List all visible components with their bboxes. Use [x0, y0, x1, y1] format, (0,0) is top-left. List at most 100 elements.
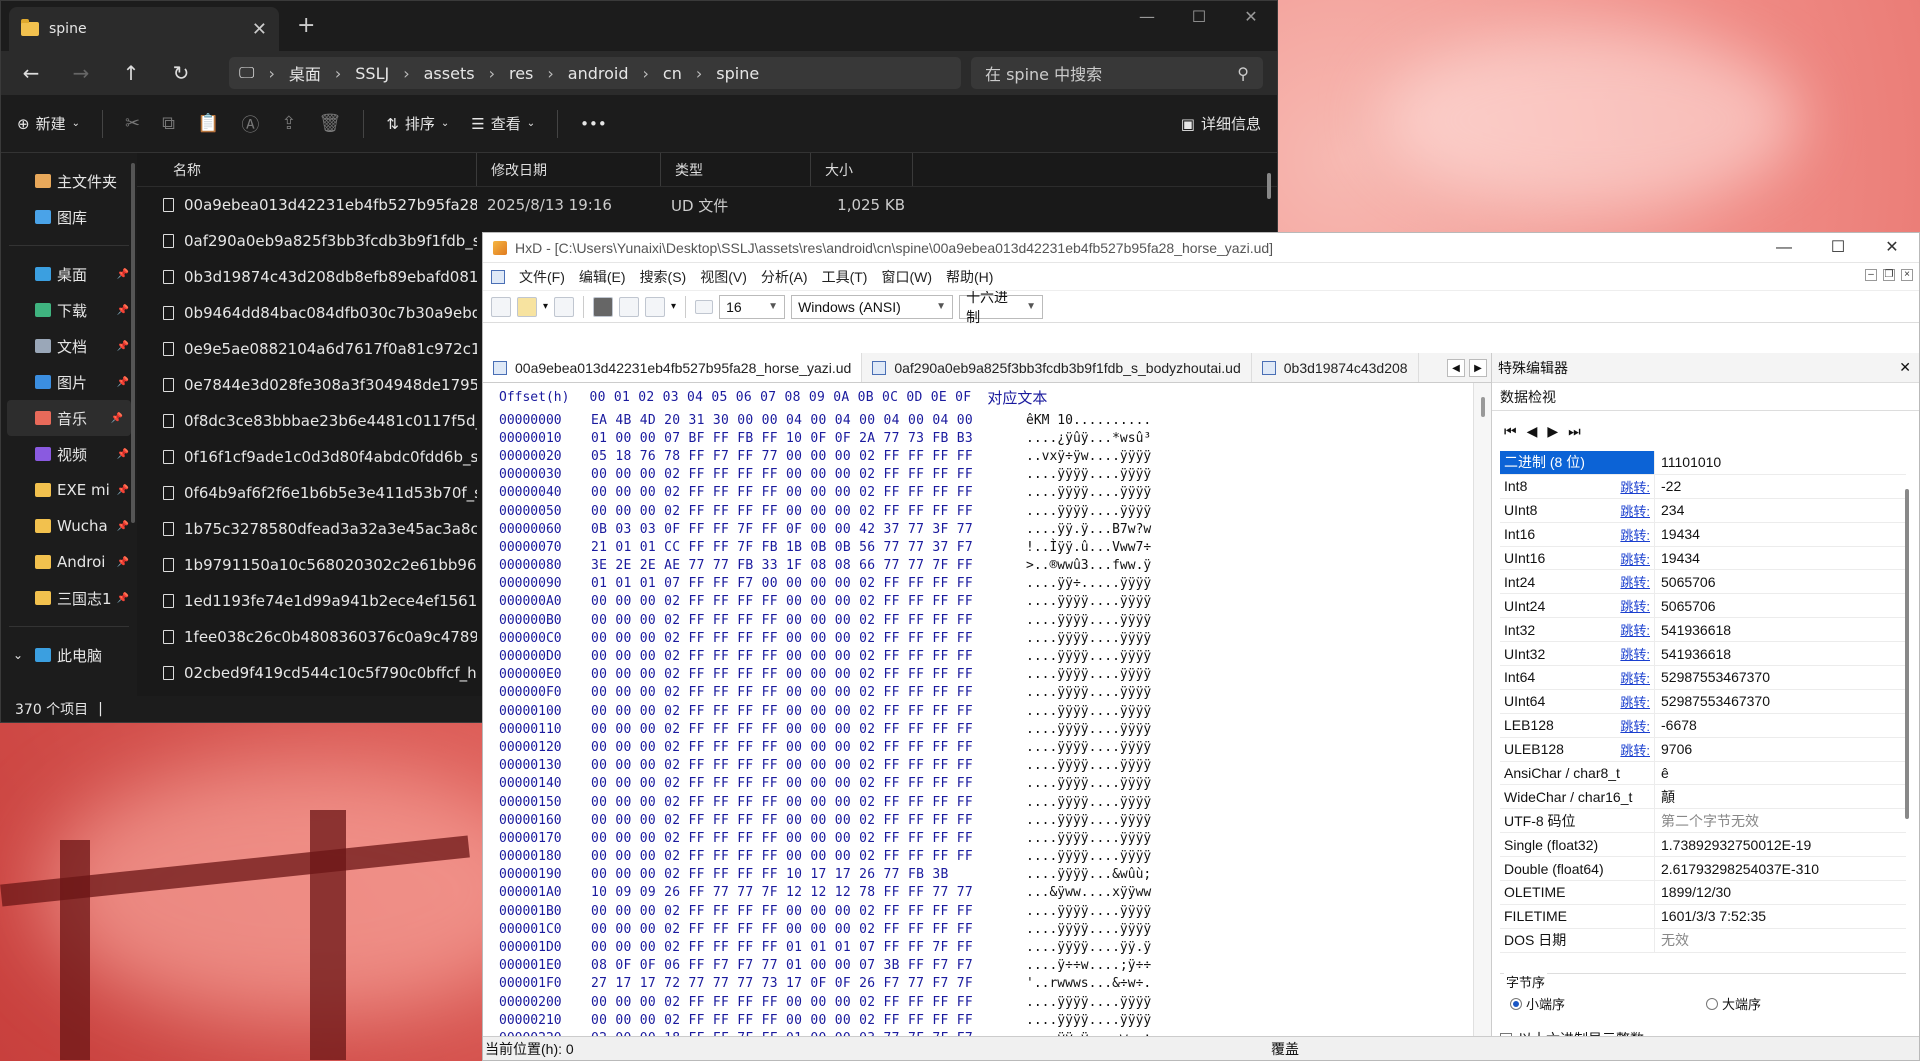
- row-decoded-text[interactable]: ...&ÿww....xÿÿww: [1026, 885, 1151, 900]
- column-name[interactable]: 名称: [137, 153, 477, 186]
- back-icon[interactable]: ←: [9, 61, 53, 85]
- hex-row[interactable]: 00000070 21 01 01 CC FF FF 7F FB 1B 0B 0B…: [483, 538, 1473, 556]
- row-hex-bytes[interactable]: 00 00 00 02 FF FF FF FF 00 00 00 02 FF F…: [591, 649, 1026, 664]
- row-decoded-text[interactable]: ....ÿÿÿÿ....ÿÿÿÿ: [1026, 649, 1151, 664]
- inspector-value[interactable]: -6678: [1654, 713, 1906, 737]
- inspector-value[interactable]: 5065706: [1654, 594, 1906, 618]
- inspector-value[interactable]: 52987553467370: [1654, 666, 1906, 689]
- inspector-value[interactable]: 52987553467370: [1654, 689, 1906, 713]
- row-decoded-text[interactable]: ....ÿÿ÷.....ÿÿÿÿ: [1026, 576, 1151, 591]
- row-hex-bytes[interactable]: 00 00 00 02 FF FF FF FF 00 00 00 02 FF F…: [591, 740, 1026, 755]
- open-disk-icon[interactable]: [619, 296, 640, 317]
- inspector-row[interactable]: FILETIME 1601/3/3 7:52:35: [1500, 904, 1906, 929]
- menu-item[interactable]: 分析(A): [761, 267, 808, 287]
- row-hex-bytes[interactable]: 00 00 00 02 FF FF FF FF 00 00 00 02 FF F…: [591, 849, 1026, 864]
- hex-row[interactable]: 00000050 00 00 00 02 FF FF FF FF 00 00 00…: [483, 502, 1473, 520]
- sidebar-item[interactable]: 文档 📌: [1, 328, 137, 364]
- first-icon[interactable]: ⏮: [1504, 423, 1517, 440]
- file-tab[interactable]: 00a9ebea013d42231eb4fb527b95fa28_horse_y…: [483, 353, 863, 382]
- sidebar-item[interactable]: Androi 📌: [1, 544, 137, 580]
- hex-row[interactable]: 000001D0 00 00 00 02 FF FF FF FF 01 01 01…: [483, 938, 1473, 956]
- row-decoded-text[interactable]: ....ÿÿÿÿ...&wûù;: [1026, 867, 1151, 882]
- menu-item[interactable]: 搜索(S): [640, 267, 687, 287]
- hex-row[interactable]: 00000100 00 00 00 02 FF FF FF FF 00 00 00…: [483, 702, 1473, 720]
- maximize-icon[interactable]: ☐: [1173, 7, 1225, 26]
- minimize-icon[interactable]: —: [1121, 7, 1173, 26]
- bytes-per-row-select[interactable]: 16 ▼: [719, 294, 786, 319]
- copy-icon[interactable]: ⧉: [162, 113, 175, 134]
- inspector-row[interactable]: OLETIME 1899/12/30: [1500, 881, 1906, 905]
- row-hex-bytes[interactable]: 01 01 01 07 FF FF F7 00 00 00 00 02 FF F…: [591, 576, 1026, 591]
- hex-row[interactable]: 00000210 00 00 00 02 FF FF FF FF 00 00 00…: [483, 1011, 1473, 1029]
- menu-item[interactable]: 视图(V): [700, 267, 747, 287]
- breadcrumb-item[interactable]: 桌面: [289, 61, 321, 85]
- row-decoded-text[interactable]: ....ÿÿÿÿ....ÿÿÿÿ: [1026, 831, 1151, 846]
- mdi-minimize-icon[interactable]: –: [1865, 269, 1877, 281]
- hex-row[interactable]: 00000180 00 00 00 02 FF FF FF FF 00 00 00…: [483, 848, 1473, 866]
- view-button[interactable]: ☰ 查看 ⌄: [471, 113, 535, 134]
- row-decoded-text[interactable]: ....ÿÿÿÿ....ÿÿÿÿ: [1026, 467, 1151, 482]
- cut-icon[interactable]: ✂: [125, 113, 140, 134]
- scrollbar[interactable]: [131, 163, 135, 523]
- row-decoded-text[interactable]: ....ÿÿÿÿ....ÿÿÿÿ: [1026, 904, 1151, 919]
- mdi-close-icon[interactable]: ×: [1901, 269, 1913, 281]
- row-hex-bytes[interactable]: 00 00 00 02 FF FF FF FF 01 01 01 07 FF F…: [591, 940, 1026, 955]
- delete-icon[interactable]: 🗑: [318, 113, 341, 134]
- hex-row[interactable]: 00000010 01 00 00 07 BF FF FB FF 10 0F 0F…: [483, 429, 1473, 447]
- open-ram-icon[interactable]: [645, 296, 666, 317]
- hex-row[interactable]: 000000A0 00 00 00 02 FF FF FF FF 00 00 00…: [483, 593, 1473, 611]
- hex-row[interactable]: 0000022002 00 00 18 FF FF 7F FF 01 00 00…: [483, 1029, 1473, 1036]
- breadcrumb-item[interactable]: res: [509, 64, 533, 83]
- hex-row[interactable]: 000000F0 00 00 00 02 FF FF FF FF 00 00 00…: [483, 684, 1473, 702]
- chevron-down-icon[interactable]: ▾: [671, 301, 676, 312]
- inspector-row[interactable]: UInt64 跳转: 52987553467370: [1500, 689, 1906, 714]
- row-decoded-text[interactable]: ....ÿÿÿÿ....ÿÿÿÿ: [1026, 704, 1151, 719]
- hex-view[interactable]: Offset(h) 00 01 02 03 04 05 06 07 08 09 …: [483, 383, 1473, 1037]
- hex-row[interactable]: 00000140 00 00 00 02 FF FF FF FF 00 00 00…: [483, 775, 1473, 793]
- row-hex-bytes[interactable]: 0B 03 03 0F FF FF 7F FF 0F 00 00 42 37 7…: [591, 522, 1026, 537]
- jump-link[interactable]: 跳转:: [1620, 716, 1650, 735]
- inspector-value[interactable]: -22: [1654, 474, 1906, 498]
- sidebar-item[interactable]: Wucha 📌: [1, 508, 137, 544]
- inspector-row[interactable]: WideChar / char16_t 䯪: [1500, 785, 1906, 810]
- row-decoded-text[interactable]: ....ÿÿÿÿ....ÿÿÿÿ: [1026, 849, 1151, 864]
- inspector-row[interactable]: Single (float32) 1.73892932750012E-19: [1500, 833, 1906, 858]
- inspector-value[interactable]: 11101010: [1654, 451, 1906, 474]
- row-hex-bytes[interactable]: 00 00 00 02 FF FF FF FF 00 00 00 02 FF F…: [591, 1013, 1026, 1028]
- row-hex-bytes[interactable]: 00 00 00 02 FF FF FF FF 00 00 00 02 FF F…: [591, 613, 1026, 628]
- breadcrumb-item[interactable]: SSLJ: [355, 64, 389, 83]
- hex-row[interactable]: 00000040 00 00 00 02 FF FF FF FF 00 00 00…: [483, 484, 1473, 502]
- close-icon[interactable]: ✕: [1865, 233, 1919, 263]
- edit-mode[interactable]: 覆盖: [1271, 1039, 1299, 1059]
- menu-item[interactable]: 窗口(W): [881, 267, 932, 287]
- row-decoded-text[interactable]: >..®wwû3...fww.ÿ: [1026, 558, 1151, 573]
- inspector-row[interactable]: UTF-8 码位 第二个字节无效: [1500, 809, 1906, 834]
- hex-row[interactable]: 000001C0 00 00 00 02 FF FF FF FF 00 00 00…: [483, 920, 1473, 938]
- breadcrumb-item[interactable]: spine: [716, 64, 759, 83]
- jump-link[interactable]: 跳转:: [1620, 740, 1650, 759]
- hex-row[interactable]: 000000D0 00 00 00 02 FF FF FF FF 00 00 00…: [483, 647, 1473, 665]
- search-input[interactable]: 在 spine 中搜索 ⚲: [971, 57, 1263, 89]
- row-decoded-text[interactable]: ....ÿÿÿÿ....ÿÿÿÿ: [1026, 685, 1151, 700]
- row-decoded-text[interactable]: ....ÿÿÿÿ....ÿÿÿÿ: [1026, 740, 1151, 755]
- refresh-icon[interactable]: ↻: [159, 61, 203, 85]
- jump-link[interactable]: 跳转:: [1620, 501, 1650, 520]
- row-hex-bytes[interactable]: 00 00 00 02 FF FF FF FF 00 00 00 02 FF F…: [591, 722, 1026, 737]
- scrollbar-thumb[interactable]: [1481, 397, 1485, 417]
- inspector-value[interactable]: 9706: [1654, 737, 1906, 761]
- jump-link[interactable]: 跳转:: [1620, 525, 1650, 544]
- row-hex-bytes[interactable]: 00 00 00 02 FF FF FF FF 00 00 00 02 FF F…: [591, 922, 1026, 937]
- inspector-value[interactable]: 541936618: [1654, 642, 1906, 666]
- inspector-row[interactable]: DOS 日期 无效: [1500, 928, 1906, 953]
- rename-icon[interactable]: Ⓐ: [241, 111, 259, 137]
- new-button[interactable]: ⊕ 新建 ⌄: [17, 113, 80, 134]
- row-hex-bytes[interactable]: 10 09 09 26 FF 77 77 7F 12 12 12 78 FF F…: [591, 885, 1026, 900]
- jump-link[interactable]: 跳转:: [1620, 620, 1650, 639]
- inspector-row[interactable]: Int8 跳转: -22: [1500, 474, 1906, 499]
- maximize-icon[interactable]: ☐: [1811, 233, 1865, 263]
- hex-row[interactable]: 000001F0 27 17 17 72 77 77 77 73 17 0F 0F…: [483, 975, 1473, 993]
- new-tab-icon[interactable]: +: [297, 13, 315, 38]
- sidebar-item[interactable]: 下载 📌: [1, 292, 137, 328]
- hex-row[interactable]: 000000E0 00 00 00 02 FF FF FF FF 00 00 00…: [483, 666, 1473, 684]
- up-icon[interactable]: ↑: [109, 61, 153, 85]
